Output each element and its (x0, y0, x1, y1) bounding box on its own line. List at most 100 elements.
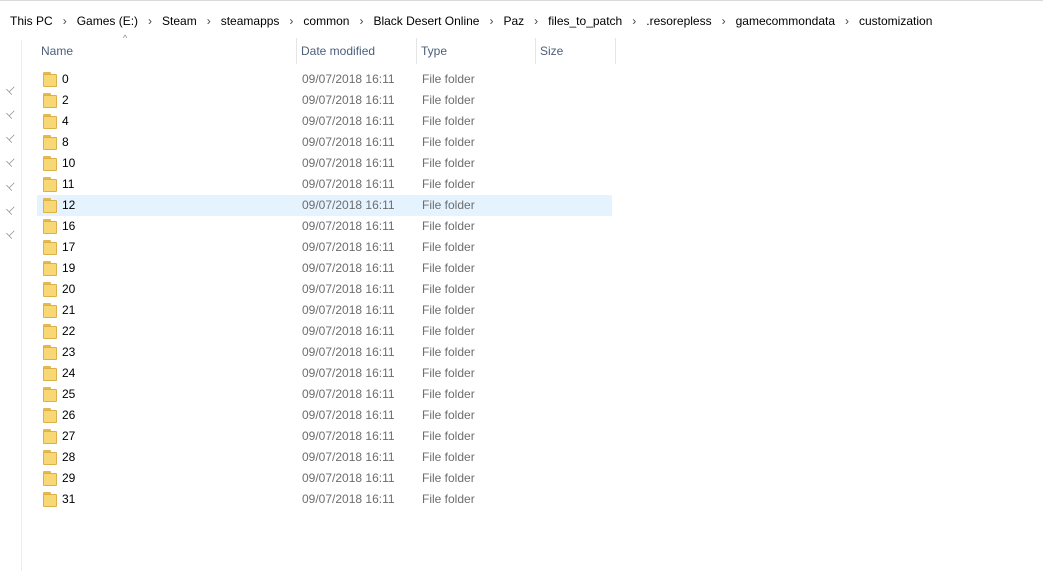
file-date-modified: 09/07/2018 16:11 (302, 408, 395, 422)
file-date-modified: 09/07/2018 16:11 (302, 450, 395, 464)
pin-icon[interactable]: ⊥ (3, 106, 20, 123)
breadcrumb-chevron-icon[interactable]: › (289, 14, 293, 28)
file-row[interactable]: 23 09/07/2018 16:11 File folder (37, 342, 612, 363)
file-type: File folder (422, 219, 475, 233)
file-type: File folder (422, 345, 475, 359)
file-date-modified: 09/07/2018 16:11 (302, 198, 395, 212)
file-name: 29 (62, 471, 76, 485)
file-name: 12 (62, 198, 76, 212)
quick-access-rail: ⊥ ⊥ ⊥ ⊥ ⊥ ⊥ ⊥ (0, 40, 22, 571)
file-row[interactable]: 16 09/07/2018 16:11 File folder (37, 216, 612, 237)
file-name: 21 (62, 303, 76, 317)
file-type: File folder (422, 135, 475, 149)
breadcrumb-item[interactable]: Paz (503, 14, 524, 28)
column-header-type[interactable]: Type (417, 38, 536, 64)
file-row[interactable]: 12 09/07/2018 16:11 File folder (37, 195, 612, 216)
breadcrumb-chevron-icon[interactable]: › (148, 14, 152, 28)
pin-icon[interactable]: ⊥ (3, 130, 20, 147)
file-row[interactable]: 22 09/07/2018 16:11 File folder (37, 321, 612, 342)
file-type: File folder (422, 324, 475, 338)
breadcrumb-item[interactable]: Black Desert Online (373, 14, 479, 28)
file-date-modified: 09/07/2018 16:11 (302, 72, 395, 86)
folder-icon (43, 93, 57, 108)
file-date-modified: 09/07/2018 16:11 (302, 177, 395, 191)
folder-icon (43, 282, 57, 297)
breadcrumb-item[interactable]: This PC (10, 14, 53, 28)
breadcrumb-chevron-icon[interactable]: › (489, 14, 493, 28)
breadcrumb-chevron-icon[interactable]: › (845, 14, 849, 28)
file-name: 10 (62, 156, 76, 170)
file-row[interactable]: 10 09/07/2018 16:11 File folder (37, 153, 612, 174)
file-name: 0 (62, 72, 69, 86)
file-name: 11 (62, 177, 75, 191)
file-type: File folder (422, 408, 475, 422)
breadcrumb-chevron-icon[interactable]: › (632, 14, 636, 28)
folder-icon (43, 219, 57, 234)
folder-icon (43, 261, 57, 276)
folder-icon (43, 303, 57, 318)
file-date-modified: 09/07/2018 16:11 (302, 345, 395, 359)
file-name: 27 (62, 429, 76, 443)
file-row[interactable]: 26 09/07/2018 16:11 File folder (37, 405, 612, 426)
file-row[interactable]: 31 09/07/2018 16:11 File folder (37, 489, 612, 510)
file-type: File folder (422, 198, 475, 212)
file-date-modified: 09/07/2018 16:11 (302, 93, 395, 107)
folder-icon (43, 492, 57, 507)
file-date-modified: 09/07/2018 16:11 (302, 387, 395, 401)
column-header-size[interactable]: Size (536, 38, 616, 64)
pin-icon[interactable]: ⊥ (3, 154, 20, 171)
file-type: File folder (422, 492, 475, 506)
file-name: 26 (62, 408, 76, 422)
file-row[interactable]: 8 09/07/2018 16:11 File folder (37, 132, 612, 153)
file-type: File folder (422, 366, 475, 380)
file-name: 23 (62, 345, 76, 359)
pin-icon[interactable]: ⊥ (3, 82, 20, 99)
file-row[interactable]: 21 09/07/2018 16:11 File folder (37, 300, 612, 321)
file-date-modified: 09/07/2018 16:11 (302, 261, 395, 275)
folder-icon (43, 72, 57, 87)
breadcrumb-chevron-icon[interactable]: › (534, 14, 538, 28)
breadcrumb-item[interactable]: Steam (162, 14, 197, 28)
breadcrumb-item[interactable]: .resorepless (646, 14, 711, 28)
file-name: 20 (62, 282, 76, 296)
file-date-modified: 09/07/2018 16:11 (302, 324, 395, 338)
breadcrumb-chevron-icon[interactable]: › (207, 14, 211, 28)
breadcrumb-item[interactable]: files_to_patch (548, 14, 622, 28)
file-name: 4 (62, 114, 69, 128)
breadcrumb-item[interactable]: steamapps (221, 14, 280, 28)
breadcrumb-item[interactable]: customization (859, 14, 932, 28)
folder-icon (43, 240, 57, 255)
breadcrumb-chevron-icon[interactable]: › (63, 14, 67, 28)
column-header-date-modified[interactable]: Date modified (297, 38, 417, 64)
file-type: File folder (422, 156, 475, 170)
file-row[interactable]: 4 09/07/2018 16:11 File folder (37, 111, 612, 132)
pin-icon[interactable]: ⊥ (3, 178, 20, 195)
folder-icon (43, 366, 57, 381)
file-row[interactable]: 2 09/07/2018 16:11 File folder (37, 90, 612, 111)
pin-icon[interactable]: ⊥ (3, 226, 20, 243)
breadcrumb-chevron-icon[interactable]: › (722, 14, 726, 28)
folder-icon (43, 471, 57, 486)
file-row[interactable]: 28 09/07/2018 16:11 File folder (37, 447, 612, 468)
file-row[interactable]: 25 09/07/2018 16:11 File folder (37, 384, 612, 405)
breadcrumb-item[interactable]: gamecommondata (736, 14, 835, 28)
pin-icon[interactable]: ⊥ (3, 202, 20, 219)
file-name: 19 (62, 261, 76, 275)
file-row[interactable]: 29 09/07/2018 16:11 File folder (37, 468, 612, 489)
file-row[interactable]: 19 09/07/2018 16:11 File folder (37, 258, 612, 279)
file-row[interactable]: 20 09/07/2018 16:11 File folder (37, 279, 612, 300)
file-type: File folder (422, 471, 475, 485)
file-row[interactable]: 17 09/07/2018 16:11 File folder (37, 237, 612, 258)
file-row[interactable]: 11 09/07/2018 16:11 File folder (37, 174, 612, 195)
folder-icon (43, 387, 57, 402)
breadcrumb-chevron-icon[interactable]: › (359, 14, 363, 28)
breadcrumb-item[interactable]: common (303, 14, 349, 28)
file-row[interactable]: 27 09/07/2018 16:11 File folder (37, 426, 612, 447)
file-name: 31 (62, 492, 76, 506)
file-row[interactable]: 24 09/07/2018 16:11 File folder (37, 363, 612, 384)
file-row[interactable]: 0 09/07/2018 16:11 File folder (37, 69, 612, 90)
breadcrumb-item[interactable]: Games (E:) (77, 14, 138, 28)
file-date-modified: 09/07/2018 16:11 (302, 219, 395, 233)
file-type: File folder (422, 429, 475, 443)
column-header-name[interactable]: Name (37, 38, 297, 64)
